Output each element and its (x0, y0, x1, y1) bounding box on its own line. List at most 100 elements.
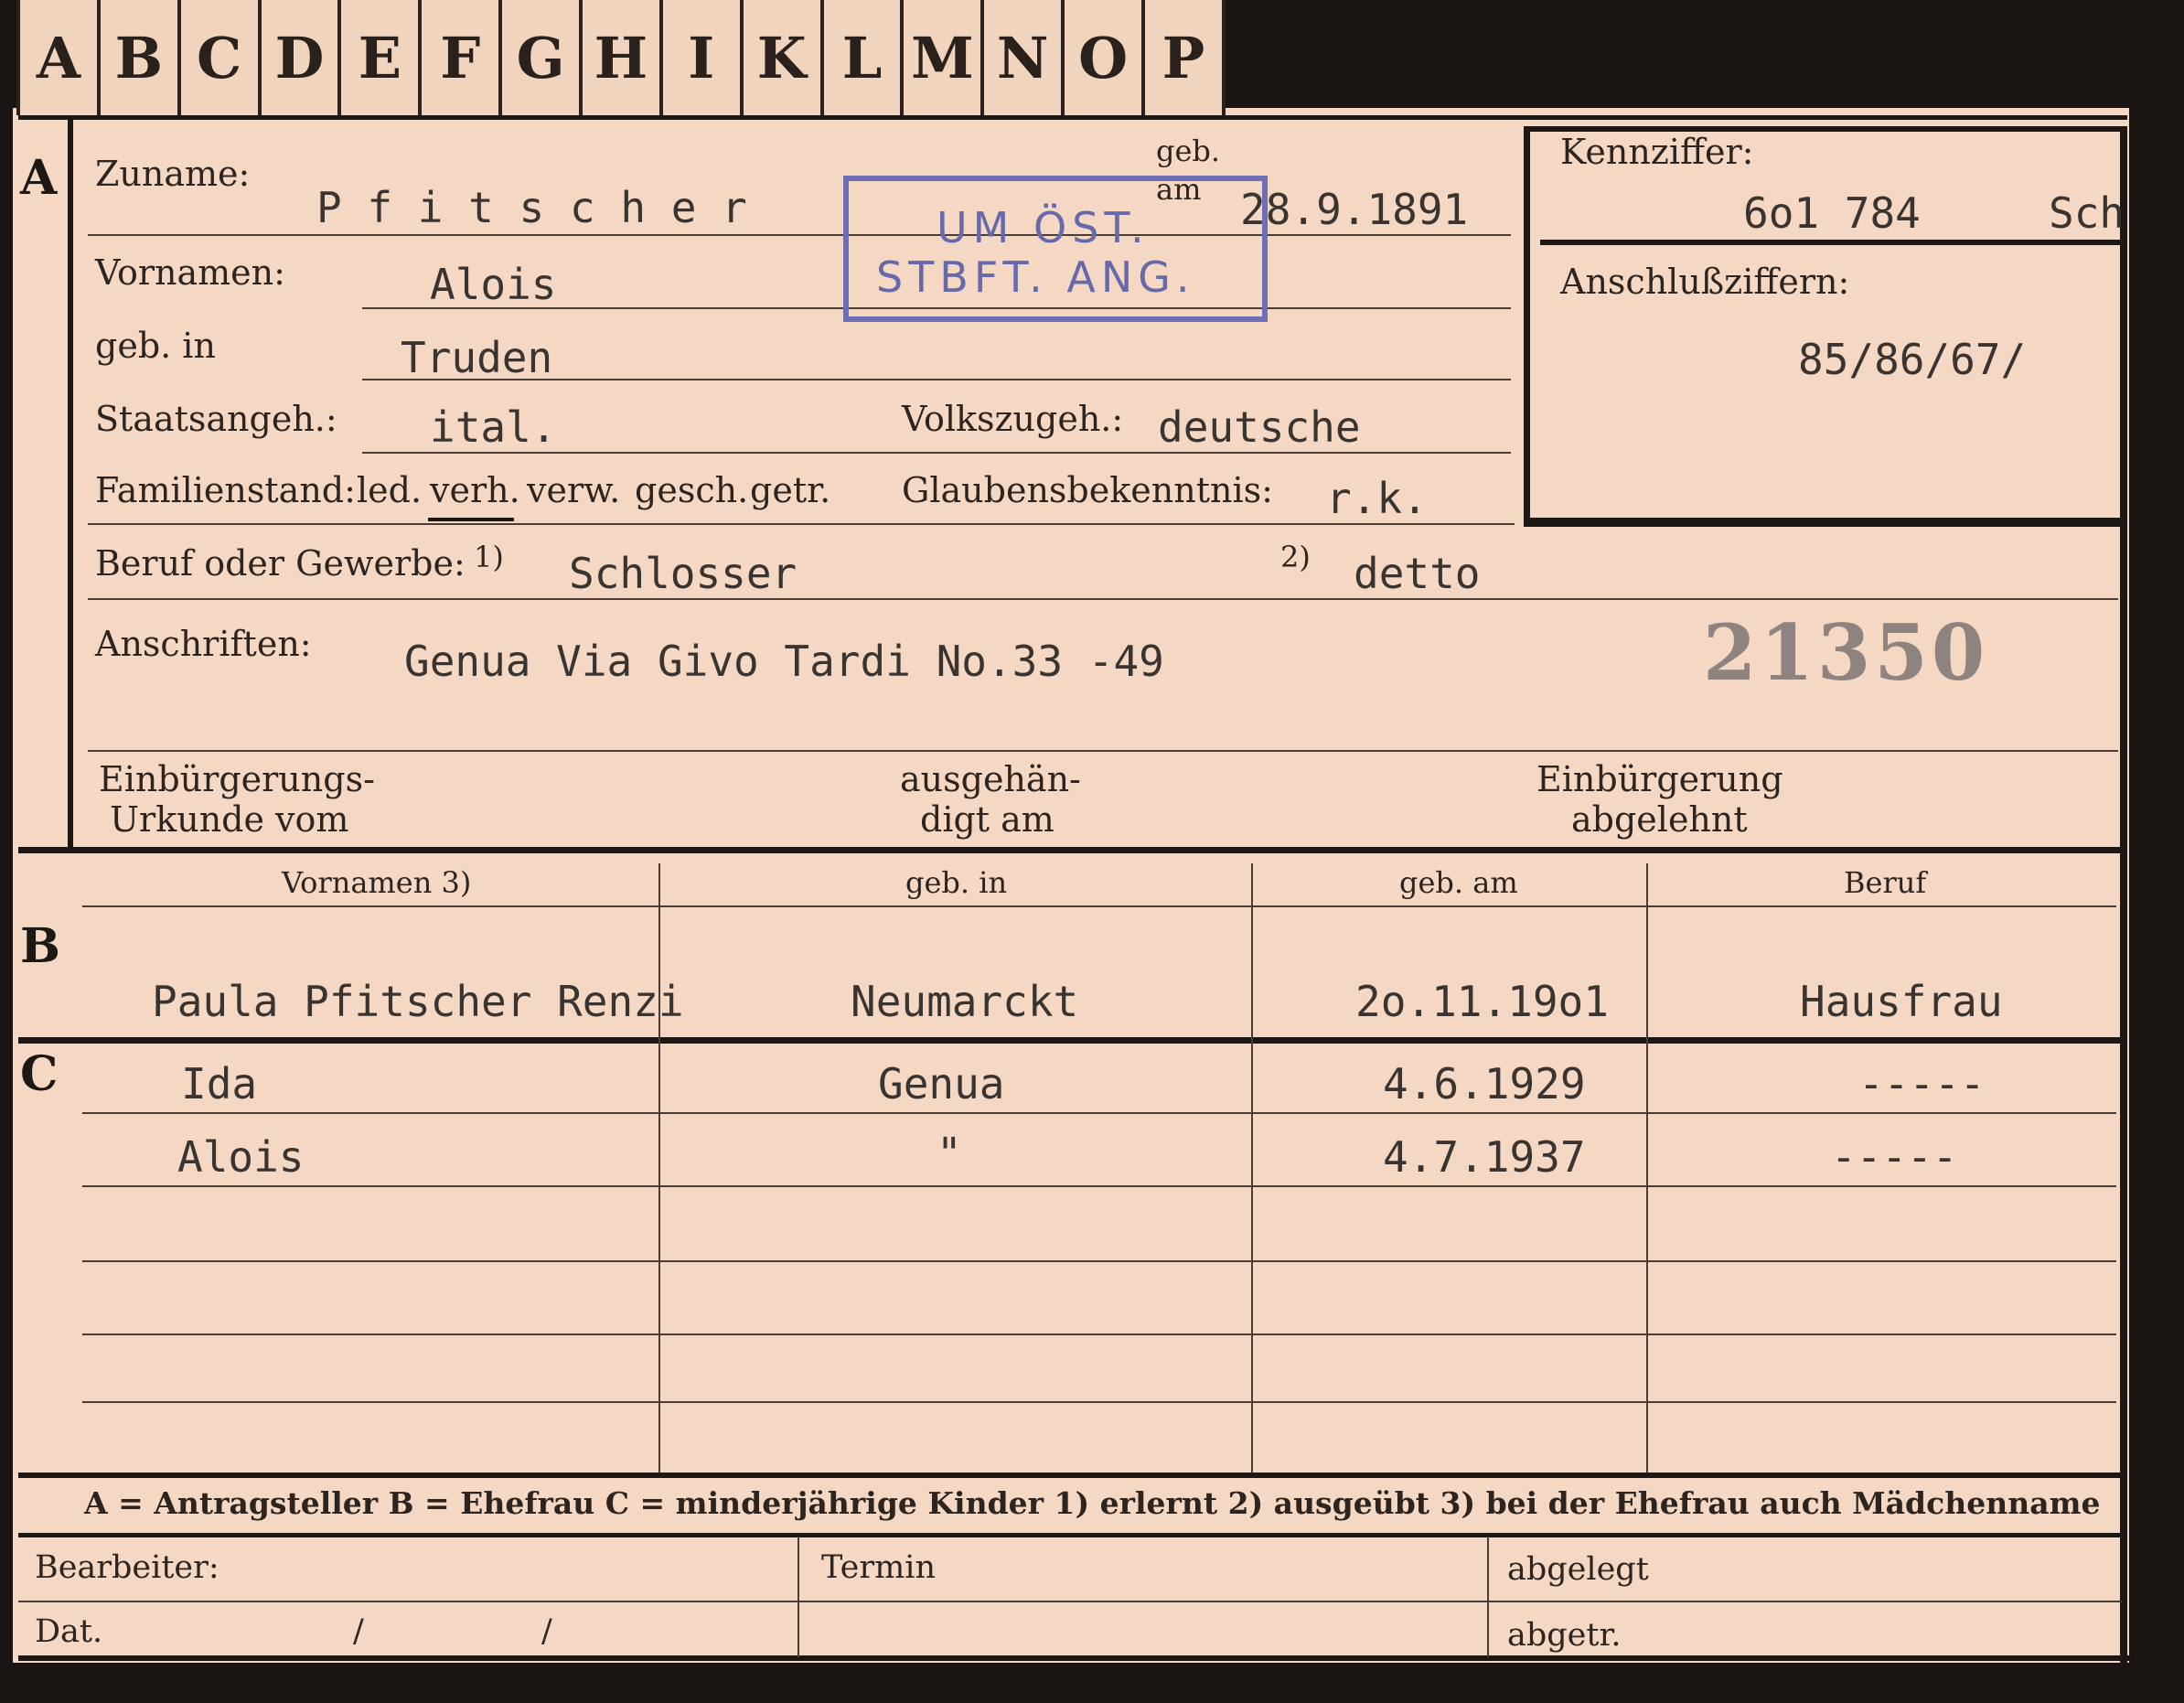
first-names-label: Vornamen: (95, 252, 285, 293)
section-b-marker: B (20, 918, 60, 974)
addresses-label: Anschriften: (95, 624, 312, 664)
born-on-label-top: geb. (1156, 134, 1221, 168)
child-2-name: Alois (177, 1132, 305, 1182)
index-tab-e[interactable]: E (341, 0, 423, 115)
section-c-row-rule-5 (82, 1401, 2116, 1403)
first-names-value: Alois (430, 260, 557, 309)
card-right-rule (2120, 126, 2127, 1663)
footnote-1-marker: 1) (474, 540, 504, 574)
spouse-occupation: Hausfrau (1800, 977, 2003, 1026)
index-tab-h[interactable]: H (583, 0, 663, 115)
born-in-value: Truden (401, 333, 553, 382)
religion-label: Glaubensbekenntnis: (902, 470, 1273, 510)
marital-option-widowed: verw. (527, 470, 621, 510)
id-number-value: 6o1 784 (1743, 188, 1921, 238)
index-tab-strip: A B C D E F G H I K L M N O P (16, 0, 1226, 115)
index-tab-i[interactable]: I (663, 0, 744, 115)
spouse-name: Paula Pfitscher Renzi (152, 977, 684, 1026)
id-number-label: Kennziffer: (1560, 132, 1754, 172)
index-tab-a[interactable]: A (16, 0, 101, 115)
index-tab-g[interactable]: G (502, 0, 583, 115)
index-tab-c[interactable]: C (181, 0, 262, 115)
spouse-header-born-in: geb. in (905, 865, 1008, 900)
stamp-line-1: UM ÖST. (937, 203, 1150, 252)
spouse-born-on: 2o.11.19o1 (1355, 977, 1609, 1026)
stamp-line-2: STBFT. ANG. (876, 252, 1195, 302)
section-c-row-rule-4 (82, 1333, 2116, 1335)
naturalization-doc-label-1: Einbürgerungs- (99, 759, 375, 799)
index-tab-k[interactable]: K (744, 0, 824, 115)
index-tab-m[interactable]: M (904, 0, 985, 115)
section-a-marker: A (20, 150, 58, 206)
card-top-rule (18, 115, 2127, 120)
naturalization-refused-label-1: Einbürgerung (1536, 759, 1783, 799)
id-number-suffix: Sch (2049, 188, 2125, 238)
spouse-header-born-on: geb. am (1399, 865, 1518, 900)
section-c-top-rule (18, 1037, 2122, 1044)
child-1-born-in: Genua (878, 1059, 1005, 1109)
surname-value: P f i t s c h e r (316, 183, 747, 232)
surname-label: Zuname: (95, 154, 251, 194)
index-tab-n[interactable]: N (984, 0, 1065, 115)
editor-label: Bearbeiter: (35, 1549, 219, 1586)
section-c-row-rule-1 (82, 1112, 2116, 1114)
delivered-label-2: digt am (920, 799, 1055, 840)
naturalization-doc-label-2: Urkunde vom (110, 799, 349, 840)
marital-selected-underline (428, 518, 514, 521)
table-col-rule-2 (1251, 863, 1253, 1473)
address-underline (88, 750, 2118, 752)
id-box-mid-rule (1540, 240, 2122, 245)
child-2-born-on: 4.7.1937 (1383, 1132, 1586, 1182)
section-c-marker: C (20, 1046, 59, 1102)
id-box-bottom-rule (1524, 518, 2125, 527)
date-label: Dat. (35, 1613, 103, 1650)
naturalization-refused-label-2: abgelehnt (1571, 799, 1748, 840)
ink-stamp: UM ÖST. STBFT. ANG. (843, 176, 1268, 322)
separated-label: abgetr. (1507, 1617, 1622, 1654)
stamped-number: 21350 (1703, 607, 1989, 698)
date-separator-1: / (353, 1613, 364, 1650)
index-tab-f[interactable]: F (422, 0, 503, 115)
deadline-label: Termin (821, 1549, 936, 1586)
index-tab-p[interactable]: P (1145, 0, 1226, 115)
table-col-rule-1 (658, 863, 660, 1473)
religion-value: r.k. (1326, 474, 1428, 523)
child-2-born-in: " (937, 1129, 962, 1178)
child-1-name: Ida (181, 1059, 258, 1109)
marital-option-separated: getr. (750, 470, 831, 510)
section-a-left-rule (68, 119, 73, 847)
child-1-occupation: ----- (1858, 1059, 1986, 1109)
section-c-row-rule-2 (82, 1185, 2116, 1187)
index-tab-b[interactable]: B (101, 0, 181, 115)
citizenship-underline (362, 452, 1511, 454)
link-numbers-label: Anschlußziffern: (1560, 262, 1850, 302)
occupation-underline (88, 598, 2118, 600)
marital-option-divorced: gesch. (635, 470, 749, 510)
marital-underline (88, 523, 1515, 525)
legend-top-rule (18, 1473, 2122, 1478)
ethnicity-label: Volkszugeh.: (902, 399, 1124, 439)
child-1-born-on: 4.6.1929 (1383, 1059, 1586, 1109)
legend-text: A = Antragsteller B = Ehefrau C = minder… (84, 1485, 2101, 1521)
index-tab-o[interactable]: O (1065, 0, 1146, 115)
footer-col-rule-1 (798, 1537, 799, 1657)
index-tab-l[interactable]: L (824, 0, 905, 115)
footer-col-rule-2 (1487, 1537, 1489, 1657)
born-on-value: 28.9.1891 (1240, 185, 1469, 234)
date-separator-2: / (541, 1613, 552, 1650)
index-tab-d[interactable]: D (262, 0, 342, 115)
filed-label: abgelegt (1507, 1551, 1649, 1588)
occupation-learned-value: Schlosser (569, 549, 798, 598)
occupation-practiced-value: detto (1354, 549, 1481, 598)
citizenship-label: Staatsangeh.: (95, 399, 337, 439)
id-box-left-rule (1524, 126, 1530, 519)
footer-top-rule (18, 1533, 2122, 1537)
marital-status-label: Familienstand: (95, 470, 356, 510)
child-2-occupation: ----- (1831, 1132, 1958, 1182)
spouse-header-first-names: Vornamen 3) (282, 865, 472, 900)
occupation-label: Beruf oder Gewerbe: (95, 543, 466, 584)
section-b-top-rule (18, 847, 2122, 853)
address-value: Genua Via Givo Tardi No.33 -49 (404, 637, 1164, 686)
spouse-born-in: Neumarckt (851, 977, 1079, 1026)
citizenship-value: ital. (430, 402, 557, 452)
